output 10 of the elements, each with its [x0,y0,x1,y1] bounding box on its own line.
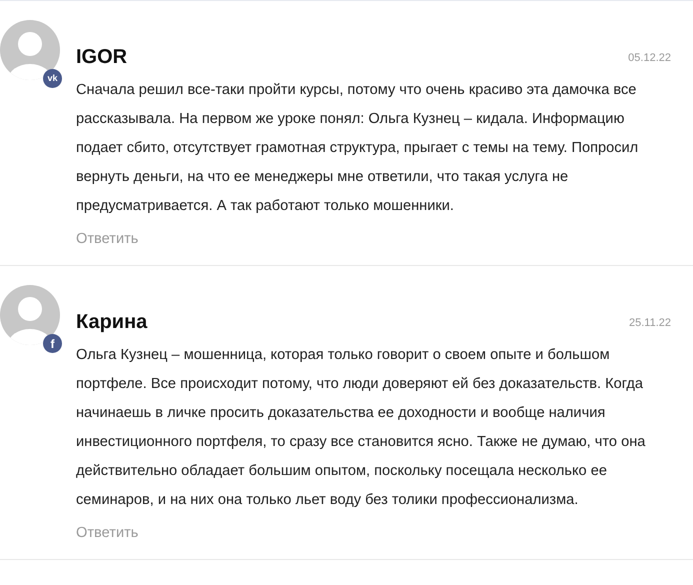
reply-link[interactable]: Ответить [76,523,138,545]
social-badge: vk [43,69,62,88]
comment-date: 25.11.22 [628,316,671,331]
comment-text: Ольга Кузнец – мошенница, которая только говорит о своем опыте и большом портфеле. Все происходит потому, что люди доверяют ей без доказательств. Когда начинаешь в личке просить доказательства ее доходности и вообще наличия инвестиционного портфеля, то сразу все становится ясно. Также не думаю, что она действительно обладает большим опытом, поскольку посещала несколько ее семинаров, и на них она только льет воду без толики профессионализма. [76,346,646,510]
author-name: Карина [76,310,148,335]
reply-link[interactable]: Ответить [76,229,138,251]
comment-text: Сначала решил все-таки пройти курсы, потому что очень красиво эта дамочка все рассказывала. На первом же уроке понял: Ольга Кузнец – кидала. Информацию подает сбито, отсутствует грамотная структура, прыгает с темы на тему. Попросил вернуть деньги, на что ее менеджеры мне ответили, что такая услуга не предусматривается. А так работают только мошенники. [76,81,640,216]
social-badge: f [43,334,62,353]
author-name: IGOR [76,45,128,70]
comment-date: 05.12.22 [628,51,671,66]
